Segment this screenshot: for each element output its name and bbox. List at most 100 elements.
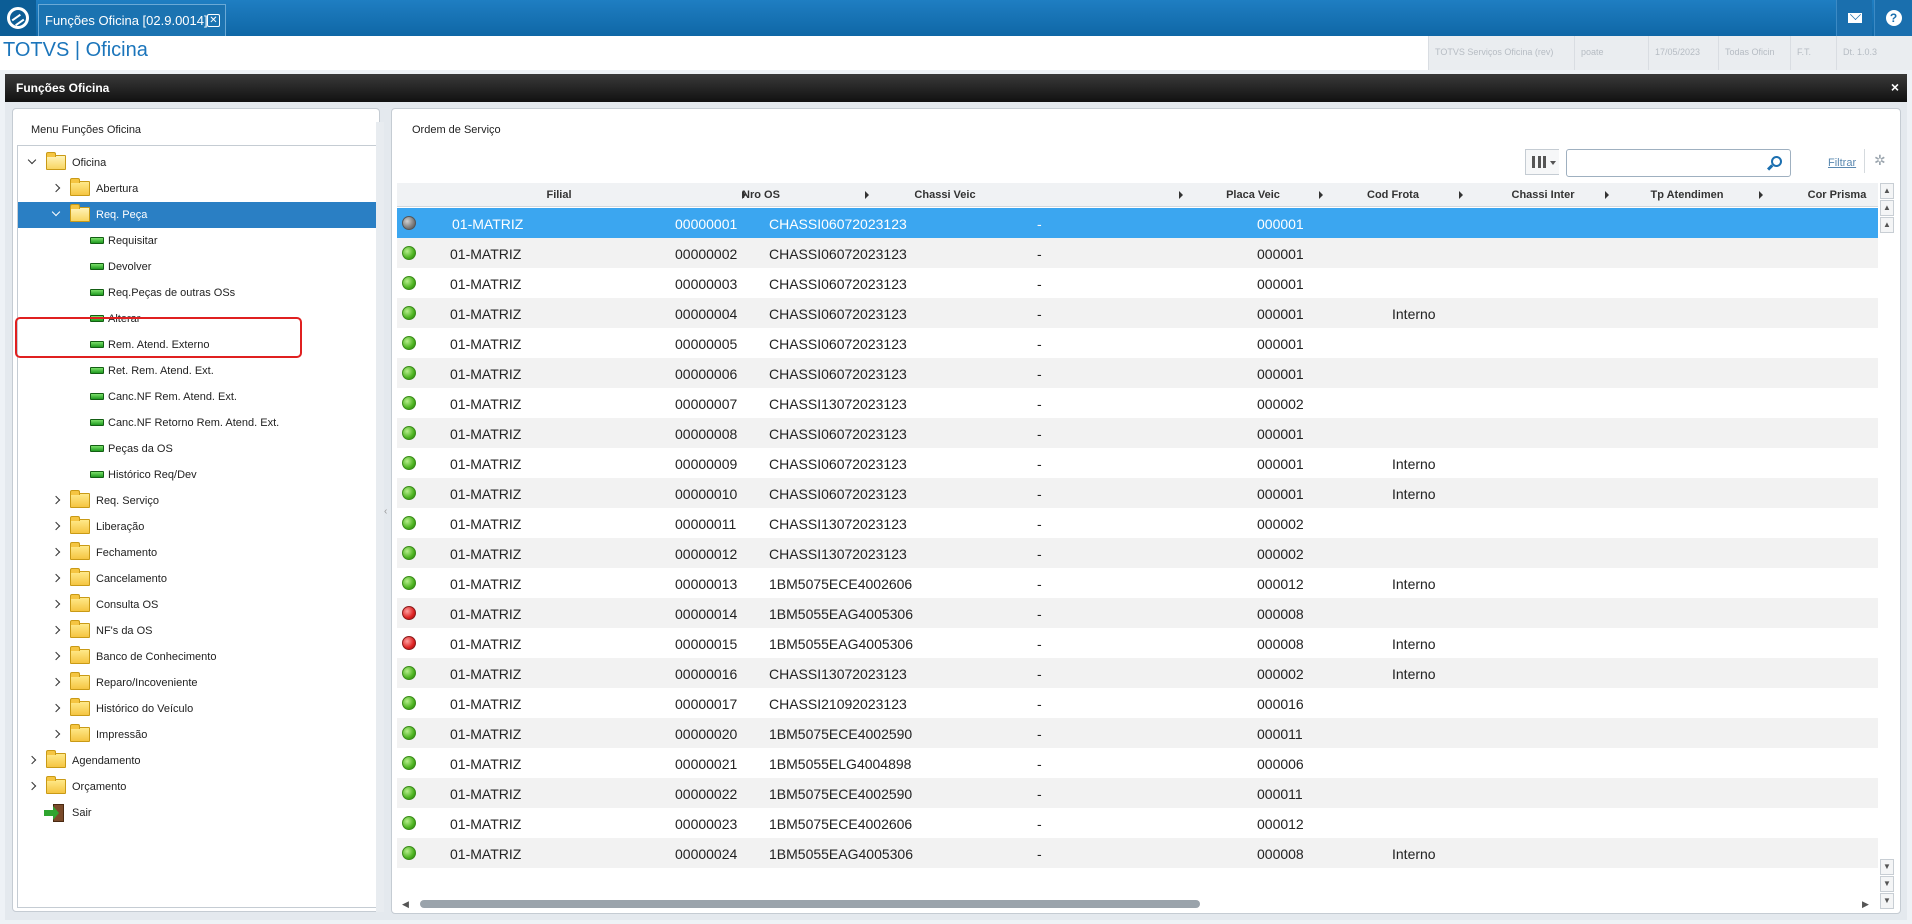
- chevron-right-icon[interactable]: [26, 780, 38, 792]
- table-row[interactable]: 01-MATRIZ 00000014 1BM5055EAG4005306 - 00000…: [397, 598, 1878, 628]
- table-row[interactable]: 01-MATRIZ 00000009 CHASSI06072023123 - 00000…: [397, 448, 1878, 478]
- menu-item-reparo-incoveniente[interactable]: Reparo/Incoveniente: [18, 670, 376, 696]
- chevron-right-icon[interactable]: [50, 546, 62, 558]
- table-row[interactable]: 01-MATRIZ 00000017 CHASSI21092023123 - 00001…: [397, 688, 1878, 718]
- menu-item-orcamento[interactable]: Orçamento: [18, 774, 376, 800]
- sort-arrow-icon[interactable]: [1759, 191, 1763, 199]
- scrollbar-thumb[interactable]: [420, 900, 1200, 908]
- tab-funcoes-oficina[interactable]: Funções Oficina [02.9.0014] ✕: [38, 4, 226, 36]
- chevron-right-icon[interactable]: [50, 572, 62, 584]
- table-row[interactable]: 01-MATRIZ 00000021 1BM5055ELG4004898 - 00000…: [397, 748, 1878, 778]
- scroll-right-icon[interactable]: ▶: [1862, 899, 1869, 910]
- menu-item-agendamento[interactable]: Agendamento: [18, 748, 376, 774]
- sort-arrow-icon[interactable]: [742, 191, 746, 199]
- menu-item-historico-req-dev[interactable]: Histórico Req/Dev: [18, 462, 376, 488]
- table-row[interactable]: 01-MATRIZ 00000022 1BM5075ECE4002590 - 00001…: [397, 778, 1878, 808]
- status-cell[interactable]: Todas Oficin: [1718, 36, 1790, 70]
- table-row[interactable]: 01-MATRIZ 00000001 CHASSI06072023123 - 00000…: [397, 208, 1878, 238]
- status-cell[interactable]: poate: [1574, 36, 1648, 70]
- sort-arrow-icon[interactable]: [865, 191, 869, 199]
- totvs-logo-button[interactable]: [0, 0, 36, 36]
- menu-item-canc-nf-retorno-rem-atend-ext[interactable]: Canc.NF Retorno Rem. Atend. Ext.: [18, 410, 376, 436]
- chevron-down-icon[interactable]: [50, 208, 62, 220]
- menu-item-historico-do-veiculo[interactable]: Histórico do Veículo: [18, 696, 376, 722]
- status-cell[interactable]: Dt. 1.0.3: [1836, 36, 1912, 70]
- scroll-up-icon[interactable]: ▲: [1880, 217, 1894, 233]
- column-header[interactable]: Cod Frota: [1333, 183, 1453, 207]
- column-header[interactable]: Chassi Inter: [1473, 183, 1613, 207]
- table-row[interactable]: 01-MATRIZ 00000007 CHASSI13072023123 - 00000…: [397, 388, 1878, 418]
- menu-item-ret-rem-atend-ext[interactable]: Ret. Rem. Atend. Ext.: [18, 358, 376, 384]
- table-row[interactable]: 01-MATRIZ 00000013 1BM5075ECE4002606 - 00001…: [397, 568, 1878, 598]
- mail-button[interactable]: [1836, 0, 1872, 36]
- table-row[interactable]: 01-MATRIZ 00000004 CHASSI06072023123 - 00000…: [397, 298, 1878, 328]
- chevron-right-icon[interactable]: [50, 728, 62, 740]
- scroll-down-icon[interactable]: ▼: [1880, 876, 1894, 892]
- menu-item-nf-s-da-os[interactable]: NF's da OS: [18, 618, 376, 644]
- scroll-up-icon[interactable]: ▲: [1880, 183, 1894, 199]
- table-row[interactable]: 01-MATRIZ 00000024 1BM5055EAG4005306 - 00000…: [397, 838, 1878, 868]
- menu-item-pecas-da-os[interactable]: Peças da OS: [18, 436, 376, 462]
- sort-arrow-icon[interactable]: [1459, 191, 1463, 199]
- grid-horizontal-scrollbar[interactable]: ◀ ▶: [400, 897, 1878, 911]
- table-row[interactable]: 01-MATRIZ 00000003 CHASSI06072023123 - 00000…: [397, 268, 1878, 298]
- table-row[interactable]: 01-MATRIZ 00000011 CHASSI13072023123 - 00000…: [397, 508, 1878, 538]
- sort-arrow-icon[interactable]: [1605, 191, 1609, 199]
- menu-item-req-peca[interactable]: Req. Peça: [18, 202, 376, 228]
- chevron-right-icon[interactable]: [50, 676, 62, 688]
- column-header[interactable]: Filial: [453, 183, 665, 207]
- status-cell[interactable]: TOTVS Serviços Oficina (rev): [1428, 36, 1574, 70]
- scroll-left-icon[interactable]: ◀: [402, 899, 409, 910]
- table-row[interactable]: 01-MATRIZ 00000008 CHASSI06072023123 - 00000…: [397, 418, 1878, 448]
- menu-item-sair[interactable]: Sair: [18, 800, 376, 826]
- window-close-icon[interactable]: ×: [1891, 79, 1899, 95]
- chevron-right-icon[interactable]: [50, 520, 62, 532]
- menu-item-oficina[interactable]: Oficina: [18, 150, 376, 176]
- menu-item-abertura[interactable]: Abertura: [18, 176, 376, 202]
- column-header[interactable]: Chassi Veic: [829, 183, 1061, 207]
- chevron-down-icon[interactable]: [26, 156, 38, 168]
- scroll-down-icon[interactable]: ▼: [1880, 859, 1894, 875]
- grid-vertical-scrollbar[interactable]: ▲ ▲ ▲ ▼ ▼ ▼: [1880, 183, 1894, 909]
- menu-item-consulta-os[interactable]: Consulta OS: [18, 592, 376, 618]
- status-cell[interactable]: F.T.: [1790, 36, 1836, 70]
- chevron-right-icon[interactable]: [50, 624, 62, 636]
- table-row[interactable]: 01-MATRIZ 00000005 CHASSI06072023123 - 00000…: [397, 328, 1878, 358]
- menu-item-req-servico[interactable]: Req. Serviço: [18, 488, 376, 514]
- search-icon[interactable]: [1771, 156, 1782, 167]
- menu-item-requisitar[interactable]: Requisitar: [18, 228, 376, 254]
- menu-item-req-pecas-de-outras-oss[interactable]: Req.Peças de outras OSs: [18, 280, 376, 306]
- chevron-right-icon[interactable]: [50, 182, 62, 194]
- table-row[interactable]: 01-MATRIZ 00000010 CHASSI06072023123 - 00000…: [397, 478, 1878, 508]
- column-header[interactable]: Tp Atendimen: [1617, 183, 1757, 207]
- panel-splitter[interactable]: ‹: [383, 108, 391, 912]
- status-cell[interactable]: 17/05/2023: [1648, 36, 1718, 70]
- table-row[interactable]: 01-MATRIZ 00000020 1BM5075ECE4002590 - 00001…: [397, 718, 1878, 748]
- columns-button[interactable]: [1525, 149, 1559, 175]
- scroll-down-icon[interactable]: ▼: [1880, 893, 1894, 909]
- menu-item-cancelamento[interactable]: Cancelamento: [18, 566, 376, 592]
- chevron-right-icon[interactable]: [50, 702, 62, 714]
- gear-icon[interactable]: ✲: [1874, 153, 1888, 167]
- table-row[interactable]: 01-MATRIZ 00000002 CHASSI06072023123 - 00000…: [397, 238, 1878, 268]
- scroll-up-icon[interactable]: ▲: [1880, 200, 1894, 216]
- menu-item-devolver[interactable]: Devolver: [18, 254, 376, 280]
- menu-item-canc-nf-rem-atend-ext[interactable]: Canc.NF Rem. Atend. Ext.: [18, 384, 376, 410]
- help-button[interactable]: ?: [1874, 0, 1912, 36]
- table-row[interactable]: 01-MATRIZ 00000006 CHASSI06072023123 - 00000…: [397, 358, 1878, 388]
- column-header[interactable]: Nro OS: [709, 183, 813, 207]
- table-row[interactable]: 01-MATRIZ 00000016 CHASSI13072023123 - 00000…: [397, 658, 1878, 688]
- table-row[interactable]: 01-MATRIZ 00000015 1BM5055EAG4005306 - 00000…: [397, 628, 1878, 658]
- chevron-right-icon[interactable]: [50, 494, 62, 506]
- column-header[interactable]: Placa Veic: [1193, 183, 1313, 207]
- menu-item-liberacao[interactable]: Liberação: [18, 514, 376, 540]
- table-row[interactable]: 01-MATRIZ 00000023 1BM5075ECE4002606 - 00001…: [397, 808, 1878, 838]
- column-header[interactable]: Cor Prisma: [1777, 183, 1878, 207]
- chevron-right-icon[interactable]: [50, 598, 62, 610]
- sort-arrow-icon[interactable]: [1319, 191, 1323, 199]
- menu-item-fechamento[interactable]: Fechamento: [18, 540, 376, 566]
- table-row[interactable]: 01-MATRIZ 00000012 CHASSI13072023123 - 00000…: [397, 538, 1878, 568]
- search-input[interactable]: [1566, 149, 1791, 177]
- filter-link[interactable]: Filtrar: [1828, 157, 1856, 169]
- chevron-right-icon[interactable]: [26, 754, 38, 766]
